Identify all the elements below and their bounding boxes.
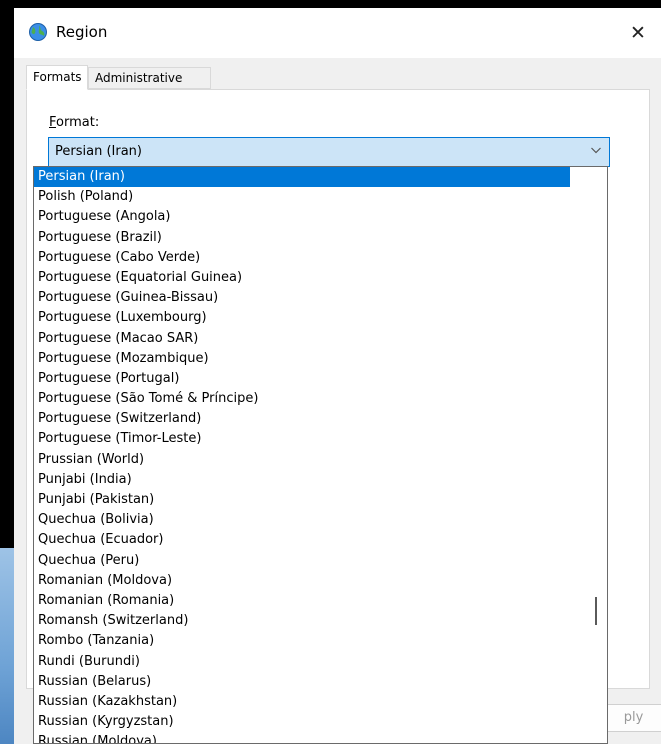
dropdown-option[interactable]: Rundi (Burundi) bbox=[34, 652, 570, 672]
dropdown-option[interactable]: Portuguese (Portugal) bbox=[34, 369, 570, 389]
dropdown-option[interactable]: Russian (Belarus) bbox=[34, 672, 570, 692]
dropdown-option[interactable]: Quechua (Ecuador) bbox=[34, 530, 570, 550]
format-label-accelerator: F bbox=[49, 115, 57, 130]
dropdown-option[interactable]: Russian (Kazakhstan) bbox=[34, 692, 570, 712]
chevron-down-icon bbox=[589, 143, 603, 157]
dropdown-option[interactable]: Portuguese (Guinea-Bissau) bbox=[34, 288, 570, 308]
dropdown-option[interactable]: Romanian (Moldova) bbox=[34, 571, 570, 591]
dropdown-option[interactable]: Polish (Poland) bbox=[34, 187, 570, 207]
scrollbar-thumb[interactable] bbox=[595, 597, 597, 625]
format-label-text: ormat: bbox=[56, 115, 100, 130]
dropdown-option[interactable]: Portuguese (São Tomé & Príncipe) bbox=[34, 389, 570, 409]
dropdown-option[interactable]: Portuguese (Timor-Leste) bbox=[34, 429, 570, 449]
format-selected-value: Persian (Iran) bbox=[55, 144, 142, 159]
dropdown-option[interactable]: Portuguese (Equatorial Guinea) bbox=[34, 268, 570, 288]
dropdown-option[interactable]: Quechua (Peru) bbox=[34, 551, 570, 571]
dropdown-option[interactable]: Portuguese (Macao SAR) bbox=[34, 329, 570, 349]
dropdown-option[interactable]: Quechua (Bolivia) bbox=[34, 510, 570, 530]
title-bar: Region ✕ bbox=[14, 8, 661, 58]
dropdown-scrollbar[interactable] bbox=[585, 167, 607, 743]
dropdown-option[interactable]: Russian (Kyrgyzstan) bbox=[34, 712, 570, 732]
dropdown-option[interactable]: Portuguese (Cabo Verde) bbox=[34, 248, 570, 268]
dropdown-option[interactable]: Romansh (Switzerland) bbox=[34, 611, 570, 631]
dropdown-option[interactable]: Punjabi (Pakistan) bbox=[34, 490, 570, 510]
desktop-background bbox=[0, 548, 14, 744]
option-list: Persian (Iran) Polish (Poland) Portuguese … bbox=[34, 167, 570, 743]
format-dropdown-list: Persian (Iran) Polish (Poland) Portuguese … bbox=[33, 166, 608, 744]
tab-formats[interactable]: Formats bbox=[26, 65, 88, 90]
tab-administrative[interactable]: Administrative bbox=[88, 67, 211, 89]
globe-icon bbox=[28, 22, 48, 42]
format-combobox[interactable]: Persian (Iran) bbox=[48, 137, 610, 167]
format-label: Format: bbox=[49, 115, 99, 130]
dropdown-option[interactable]: Portuguese (Brazil) bbox=[34, 228, 570, 248]
dropdown-option[interactable]: Portuguese (Angola) bbox=[34, 207, 570, 227]
dropdown-option[interactable]: Persian (Iran) bbox=[34, 167, 570, 188]
dropdown-option[interactable]: Portuguese (Mozambique) bbox=[34, 349, 570, 369]
close-icon[interactable]: ✕ bbox=[615, 14, 661, 52]
dropdown-option[interactable]: Portuguese (Luxembourg) bbox=[34, 308, 570, 328]
dropdown-option[interactable]: Russian (Moldova) bbox=[34, 732, 570, 743]
window-title: Region bbox=[56, 23, 108, 41]
dropdown-option[interactable]: Punjabi (India) bbox=[34, 470, 570, 490]
dropdown-option[interactable]: Rombo (Tanzania) bbox=[34, 631, 570, 651]
dropdown-option[interactable]: Romanian (Romania) bbox=[34, 591, 570, 611]
dropdown-option[interactable]: Prussian (World) bbox=[34, 450, 570, 470]
dropdown-option[interactable]: Portuguese (Switzerland) bbox=[34, 409, 570, 429]
